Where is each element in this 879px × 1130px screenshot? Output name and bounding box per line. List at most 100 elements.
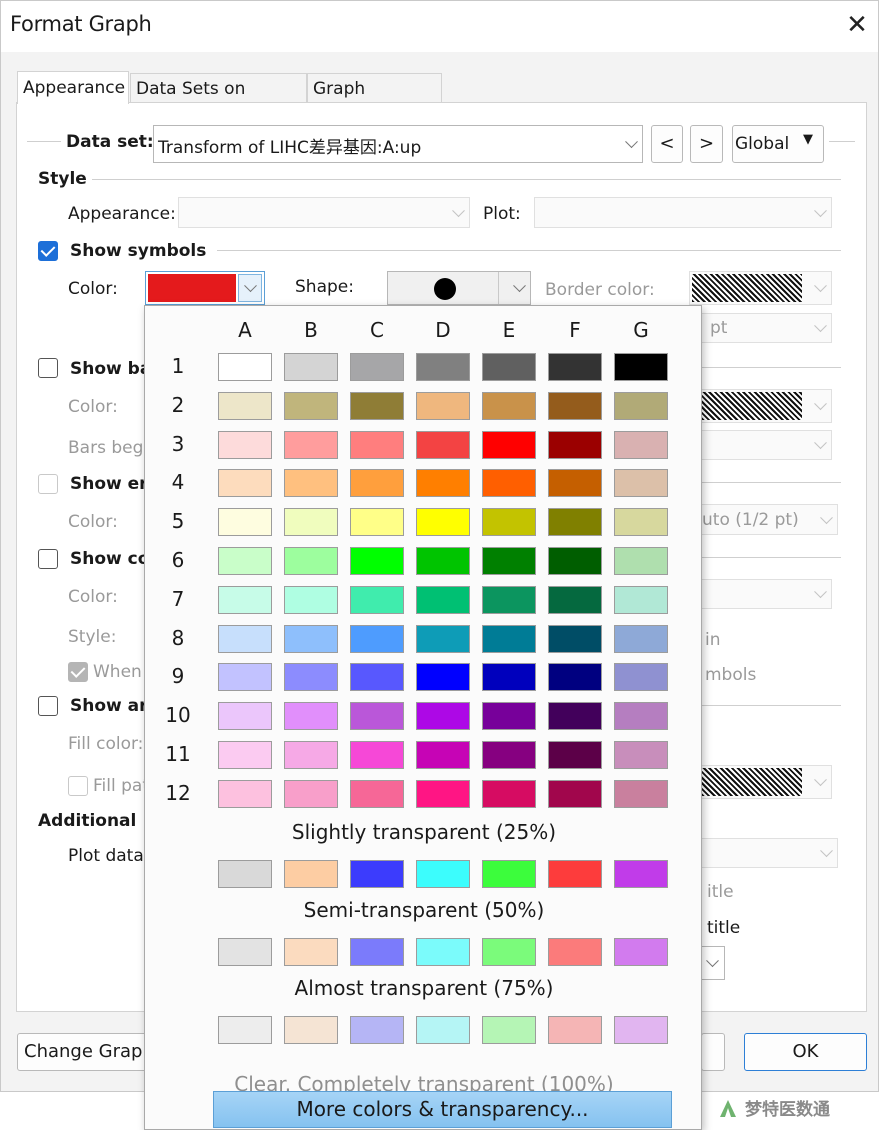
show-bars-checkbox[interactable] — [38, 358, 58, 378]
show-symbols-checkbox[interactable] — [38, 241, 58, 261]
color-swatch[interactable] — [614, 547, 668, 575]
color-swatch[interactable] — [614, 585, 668, 614]
color-swatch[interactable] — [548, 508, 602, 537]
cancel-button-partial[interactable] — [701, 1033, 725, 1071]
next-data-set-button[interactable]: > — [690, 125, 723, 163]
color-swatch[interactable] — [548, 779, 602, 808]
plot-dropdown[interactable] — [534, 197, 832, 228]
color-swatch[interactable] — [548, 741, 602, 769]
color-swatch[interactable] — [614, 779, 668, 808]
color-swatch[interactable] — [482, 508, 536, 537]
transparent-color-swatch[interactable] — [548, 1016, 602, 1044]
transparent-color-swatch[interactable] — [284, 1016, 338, 1044]
color-swatch[interactable] — [416, 547, 470, 575]
color-swatch[interactable] — [350, 741, 404, 769]
color-swatch[interactable] — [416, 391, 470, 420]
color-swatch[interactable] — [218, 624, 272, 653]
color-swatch[interactable] — [548, 585, 602, 614]
color-swatch[interactable] — [614, 391, 668, 420]
color-swatch[interactable] — [350, 663, 404, 692]
transparent-color-swatch[interactable] — [548, 938, 602, 966]
color-swatch[interactable] — [482, 663, 536, 692]
symbol-size-dropdown[interactable]: pt — [701, 313, 832, 343]
fill-pattern-checkbox[interactable] — [68, 776, 88, 796]
color-swatch[interactable] — [416, 741, 470, 769]
color-swatch[interactable] — [482, 391, 536, 420]
color-swatch[interactable] — [284, 702, 338, 731]
color-swatch[interactable] — [284, 585, 338, 614]
transparent-color-swatch[interactable] — [350, 860, 404, 888]
color-swatch[interactable] — [350, 430, 404, 459]
color-swatch[interactable] — [350, 585, 404, 614]
color-swatch[interactable] — [548, 663, 602, 692]
title-dropdown[interactable] — [701, 946, 725, 980]
color-swatch[interactable] — [482, 469, 536, 498]
color-swatch[interactable] — [482, 430, 536, 459]
symbol-color-dropdown[interactable] — [145, 271, 265, 305]
color-swatch[interactable] — [218, 353, 272, 381]
transparent-color-swatch[interactable] — [482, 1016, 536, 1044]
color-swatch[interactable] — [482, 353, 536, 381]
color-swatch[interactable] — [614, 741, 668, 769]
color-swatch[interactable] — [614, 430, 668, 459]
change-graph-button[interactable]: Change Graph — [17, 1033, 157, 1071]
color-swatch[interactable] — [614, 702, 668, 731]
color-swatch[interactable] — [482, 585, 536, 614]
color-swatch[interactable] — [416, 663, 470, 692]
color-swatch[interactable] — [614, 508, 668, 537]
color-swatch[interactable] — [416, 469, 470, 498]
color-swatch[interactable] — [350, 353, 404, 381]
more-colors-button[interactable]: More colors & transparency... — [213, 1091, 672, 1128]
connect-thickness-dropdown[interactable] — [701, 579, 832, 609]
transparent-color-swatch[interactable] — [350, 1016, 404, 1044]
data-set-dropdown[interactable]: Transform of LIHC差异基因:A:up — [153, 125, 643, 163]
show-error-bars-checkbox[interactable] — [38, 474, 58, 494]
color-swatch[interactable] — [350, 508, 404, 537]
color-swatch[interactable] — [416, 585, 470, 614]
error-width-dropdown[interactable]: uto (1/2 pt) — [701, 504, 838, 535]
tab-data-sets-on-graph[interactable]: Data Sets on Graph — [130, 73, 307, 129]
color-swatch[interactable] — [416, 702, 470, 731]
color-swatch[interactable] — [350, 702, 404, 731]
show-connecting-line-checkbox[interactable] — [38, 549, 58, 569]
color-swatch[interactable] — [350, 391, 404, 420]
shape-dropdown[interactable] — [387, 271, 531, 305]
color-swatch[interactable] — [284, 508, 338, 537]
color-swatch[interactable] — [218, 741, 272, 769]
color-swatch[interactable] — [350, 469, 404, 498]
transparent-color-swatch[interactable] — [614, 938, 668, 966]
transparent-color-swatch[interactable] — [416, 938, 470, 966]
transparent-color-swatch[interactable] — [284, 860, 338, 888]
color-swatch[interactable] — [218, 469, 272, 498]
color-swatch[interactable] — [548, 430, 602, 459]
transparent-color-swatch[interactable] — [218, 1016, 272, 1044]
close-icon[interactable]: ✕ — [841, 9, 873, 41]
color-dropdown-arrow[interactable] — [238, 274, 262, 302]
color-swatch[interactable] — [218, 779, 272, 808]
color-swatch[interactable] — [416, 624, 470, 653]
transparent-color-swatch[interactable] — [416, 1016, 470, 1044]
color-swatch[interactable] — [218, 508, 272, 537]
color-swatch[interactable] — [614, 469, 668, 498]
color-swatch[interactable] — [416, 779, 470, 808]
color-swatch[interactable] — [548, 469, 602, 498]
color-swatch[interactable] — [218, 430, 272, 459]
color-swatch[interactable] — [614, 663, 668, 692]
color-swatch[interactable] — [284, 547, 338, 575]
color-swatch[interactable] — [284, 741, 338, 769]
transparent-color-swatch[interactable] — [218, 938, 272, 966]
tab-graph-settings[interactable]: Graph Settings — [307, 73, 442, 129]
global-dropdown[interactable]: Global ▼ — [732, 125, 824, 163]
transparent-color-swatch[interactable] — [350, 938, 404, 966]
color-swatch[interactable] — [218, 702, 272, 731]
color-swatch[interactable] — [614, 624, 668, 653]
color-swatch[interactable] — [284, 779, 338, 808]
previous-data-set-button[interactable]: < — [651, 125, 683, 163]
transparent-color-swatch[interactable] — [218, 860, 272, 888]
color-swatch[interactable] — [218, 663, 272, 692]
border-color-dropdown[interactable] — [689, 271, 832, 305]
color-swatch[interactable] — [416, 430, 470, 459]
color-swatch[interactable] — [614, 353, 668, 381]
tab-appearance[interactable]: Appearance — [17, 71, 129, 104]
transparent-color-swatch[interactable] — [482, 938, 536, 966]
